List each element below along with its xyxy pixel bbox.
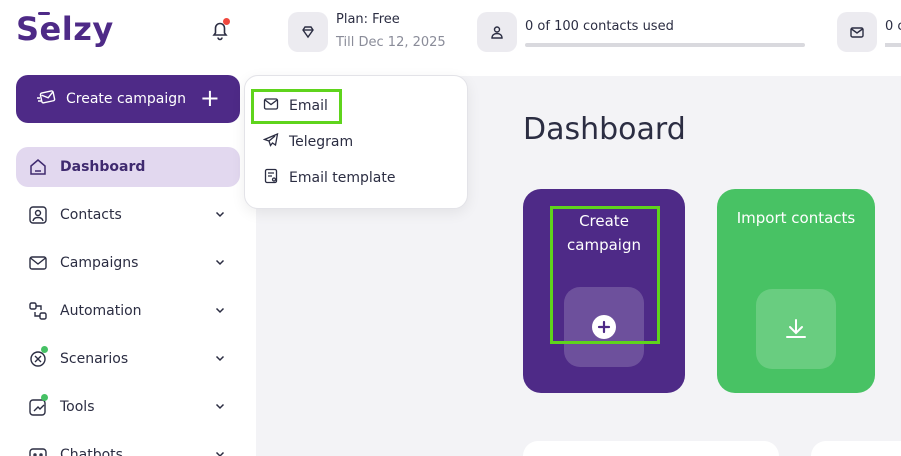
sidebar-item-dashboard[interactable]: Dashboard bbox=[16, 147, 240, 187]
dropdown-item-email-template[interactable]: Email template bbox=[263, 168, 396, 188]
contacts-icon bbox=[28, 205, 48, 225]
sidebar-item-automation[interactable]: Automation bbox=[16, 291, 240, 331]
plan-title: Plan: Free bbox=[336, 12, 400, 27]
create-campaign-highlight-box bbox=[550, 206, 660, 344]
sidebar-item-chatbots[interactable]: Chatbots bbox=[16, 435, 240, 456]
emails-usage-progress bbox=[885, 43, 901, 47]
create-campaign-label: Create campaign bbox=[66, 91, 186, 107]
selzy-logo[interactable]: Selzy bbox=[16, 10, 114, 48]
sidebar-item-tools[interactable]: Tools bbox=[16, 387, 240, 427]
emails-usage-text: 0 c bbox=[885, 19, 901, 34]
contacts-usage-progress bbox=[525, 43, 805, 47]
new-badge bbox=[41, 346, 48, 353]
chevron-down-icon bbox=[214, 208, 226, 224]
stats-card bbox=[523, 441, 779, 456]
contacts-usage-text: 0 of 100 contacts used bbox=[525, 19, 674, 34]
chatbot-icon bbox=[28, 445, 48, 456]
notification-badge bbox=[223, 18, 230, 25]
new-badge bbox=[41, 394, 48, 401]
chevron-down-icon bbox=[214, 304, 226, 320]
sidebar-item-scenarios[interactable]: Scenarios bbox=[16, 339, 240, 379]
stats-card bbox=[811, 441, 901, 456]
notifications-bell-icon[interactable] bbox=[208, 18, 232, 42]
create-campaign-button[interactable]: Create campaign + bbox=[16, 75, 240, 123]
contacts-user-icon bbox=[477, 12, 517, 52]
template-icon bbox=[263, 168, 279, 188]
plan-diamond-icon bbox=[288, 12, 328, 52]
sidebar-item-contacts[interactable]: Contacts bbox=[16, 195, 240, 235]
email-highlight-box bbox=[251, 89, 342, 124]
telegram-icon bbox=[262, 132, 279, 152]
chevron-down-icon bbox=[214, 400, 226, 416]
chevron-down-icon bbox=[214, 352, 226, 368]
chevron-down-icon bbox=[214, 448, 226, 456]
page-title: Dashboard bbox=[523, 112, 686, 147]
automation-icon bbox=[28, 301, 48, 321]
sidebar-item-campaigns[interactable]: Campaigns bbox=[16, 243, 240, 283]
import-contacts-card[interactable]: Import contacts bbox=[717, 189, 875, 393]
emails-envelope-icon bbox=[837, 12, 877, 52]
tools-icon bbox=[28, 394, 48, 417]
paper-plane-icon bbox=[36, 89, 56, 109]
plus-icon: + bbox=[199, 84, 220, 112]
card-title: Import contacts bbox=[736, 209, 856, 227]
chevron-down-icon bbox=[214, 256, 226, 272]
download-icon[interactable] bbox=[756, 289, 836, 369]
plan-until-date: Till Dec 12, 2025 bbox=[336, 35, 446, 50]
dropdown-item-telegram[interactable]: Telegram bbox=[262, 132, 353, 152]
scenarios-icon bbox=[28, 346, 48, 369]
top-header: Selzy Plan: Free Till Dec 12, 2025 0 of … bbox=[0, 0, 901, 76]
home-icon bbox=[28, 157, 48, 177]
envelope-icon bbox=[28, 253, 48, 273]
